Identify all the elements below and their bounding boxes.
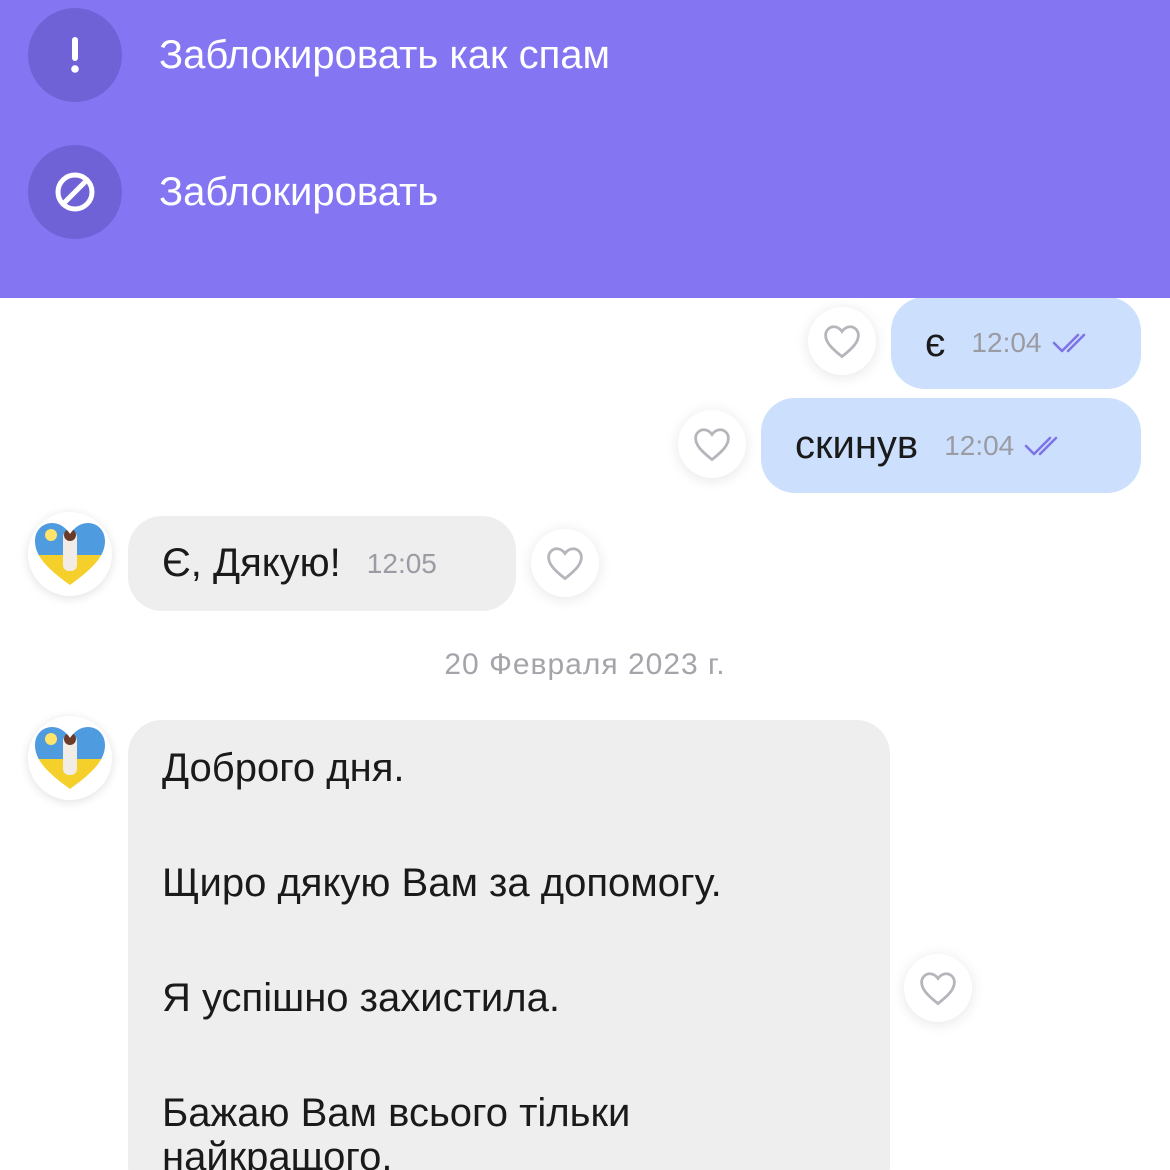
message-paragraph: Щиро дякую Вам за допомогу. (162, 861, 722, 905)
like-button[interactable] (531, 529, 599, 597)
message-text: скинув (795, 423, 919, 467)
block-icon (28, 145, 122, 239)
message-time: 12:04 (971, 327, 1042, 358)
message-bubble-incoming-long[interactable]: Доброго дня. Щиро дякую Вам за допомогу.… (128, 720, 890, 1170)
like-button[interactable] (808, 307, 876, 375)
message-time: 12:05 (366, 547, 437, 579)
date-separator: 20 Февраля 2023 г. (444, 648, 726, 681)
exclamation-icon (28, 8, 122, 102)
message-paragraph: найкращого. (162, 1135, 393, 1170)
double-check-icon (1024, 435, 1070, 457)
unknown-contact-banner: Заблокировать как спам Заблокировать (0, 0, 1170, 298)
block-as-spam-button[interactable]: Заблокировать как спам (28, 8, 610, 102)
like-button[interactable] (678, 410, 746, 478)
message-bubble-outgoing[interactable]: скинув 12:04 (761, 398, 1141, 493)
message-paragraph: Бажаю Вам всього тільки (162, 1091, 631, 1135)
block-label: Заблокировать (159, 169, 439, 214)
message-paragraph: Я успішно захистила. (162, 976, 560, 1020)
contact-avatar[interactable] (28, 716, 112, 800)
block-button[interactable]: Заблокировать (28, 145, 438, 239)
message-text: Є, Дякую! (162, 541, 341, 585)
contact-avatar[interactable] (28, 512, 112, 596)
heart-icon (920, 972, 956, 1006)
message-text: є (925, 320, 946, 365)
block-as-spam-label: Заблокировать как спам (159, 32, 610, 77)
like-button[interactable] (904, 954, 972, 1022)
message-time: 12:04 (944, 429, 1015, 461)
message-bubble-incoming[interactable]: Є, Дякую! 12:05 (128, 516, 516, 611)
message-bubble-outgoing[interactable]: є 12:04 (891, 297, 1141, 389)
avatar-heart-image (35, 523, 105, 585)
avatar-heart-image (35, 727, 105, 789)
double-check-icon (1052, 332, 1098, 354)
heart-icon (547, 547, 583, 581)
heart-icon (824, 325, 860, 359)
message-paragraph: Доброго дня. (162, 746, 405, 790)
chat-screen: є 12:04 скинув 12:04 Є, Дякую! 12:05 20 … (0, 0, 1170, 1170)
heart-icon (694, 428, 730, 462)
